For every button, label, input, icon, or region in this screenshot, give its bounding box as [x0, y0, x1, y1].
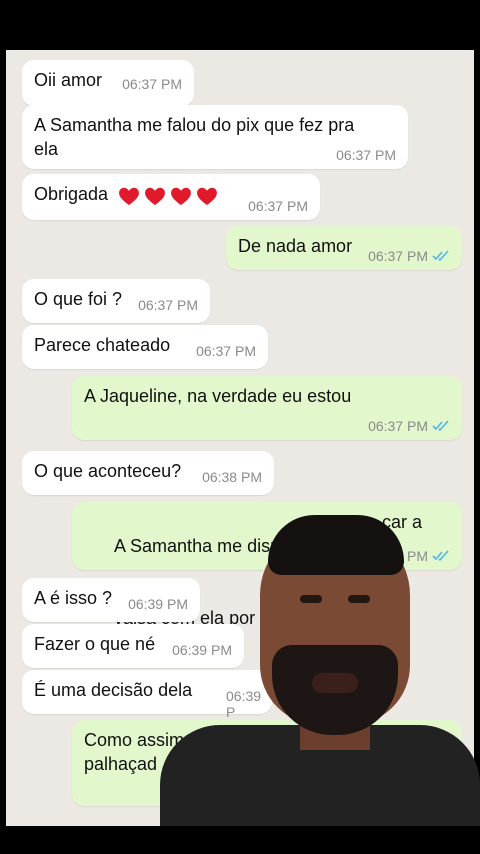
- message-outgoing[interactable]: A Jaqueline, na verdade eu estou 06:37 P…: [72, 376, 462, 440]
- message-text: O que foi ?: [34, 289, 123, 309]
- message-incoming[interactable]: Parece chateado 06:37 PM: [22, 325, 268, 369]
- message-time: 06:37 PM: [368, 418, 428, 434]
- hearts-emoji-group: [117, 184, 219, 208]
- message-time: 06:37 PM: [196, 343, 256, 359]
- message-meta: 06:37 PM: [368, 418, 450, 434]
- double-check-read-icon: [432, 250, 449, 262]
- message-text: A é isso ?: [34, 588, 113, 608]
- person-eye: [300, 595, 322, 603]
- message-text: Fazer o que né: [34, 634, 156, 654]
- message-incoming[interactable]: Obrigada 06:37 PM: [22, 174, 320, 220]
- message-meta: 06:37 PM: [368, 248, 450, 264]
- message-time: 06:37 PM: [122, 76, 182, 92]
- message-text: Oii amor: [34, 70, 103, 90]
- message-incoming[interactable]: O que foi ? 06:37 PM: [22, 279, 210, 323]
- message-time: 06:37 PM: [248, 198, 308, 214]
- message-text: A Jaqueline, na verdade eu estou: [84, 386, 352, 406]
- double-check-read-icon: [432, 420, 449, 432]
- message-incoming[interactable]: Oii amor 06:37 PM: [22, 60, 194, 106]
- red-heart-icon: [144, 187, 165, 205]
- webcam-overlay: [160, 495, 480, 826]
- message-text: Obrigada: [34, 184, 109, 204]
- message-text: Parece chateado: [34, 335, 171, 355]
- message-incoming[interactable]: A Samantha me falou do pix que fez pra e…: [22, 105, 408, 169]
- person-mouth: [312, 673, 358, 693]
- message-time: 06:37 PM: [138, 297, 198, 313]
- red-heart-icon: [118, 187, 139, 205]
- message-time: 06:37 PM: [336, 147, 396, 163]
- message-outgoing[interactable]: De nada amor 06:37 PM: [226, 226, 462, 270]
- red-heart-icon: [196, 187, 217, 205]
- message-time: 06:38 PM: [202, 469, 262, 485]
- person-eye: [348, 595, 370, 603]
- message-text: De nada amor: [238, 236, 353, 256]
- message-text: O que aconteceu?: [34, 461, 182, 481]
- message-text: A Samantha me falou do pix que fez pra e…: [34, 115, 360, 159]
- person-hair: [268, 515, 404, 575]
- message-time: 06:37 PM: [368, 248, 428, 264]
- red-heart-icon: [170, 187, 191, 205]
- message-incoming[interactable]: O que aconteceu? 06:38 PM: [22, 451, 274, 495]
